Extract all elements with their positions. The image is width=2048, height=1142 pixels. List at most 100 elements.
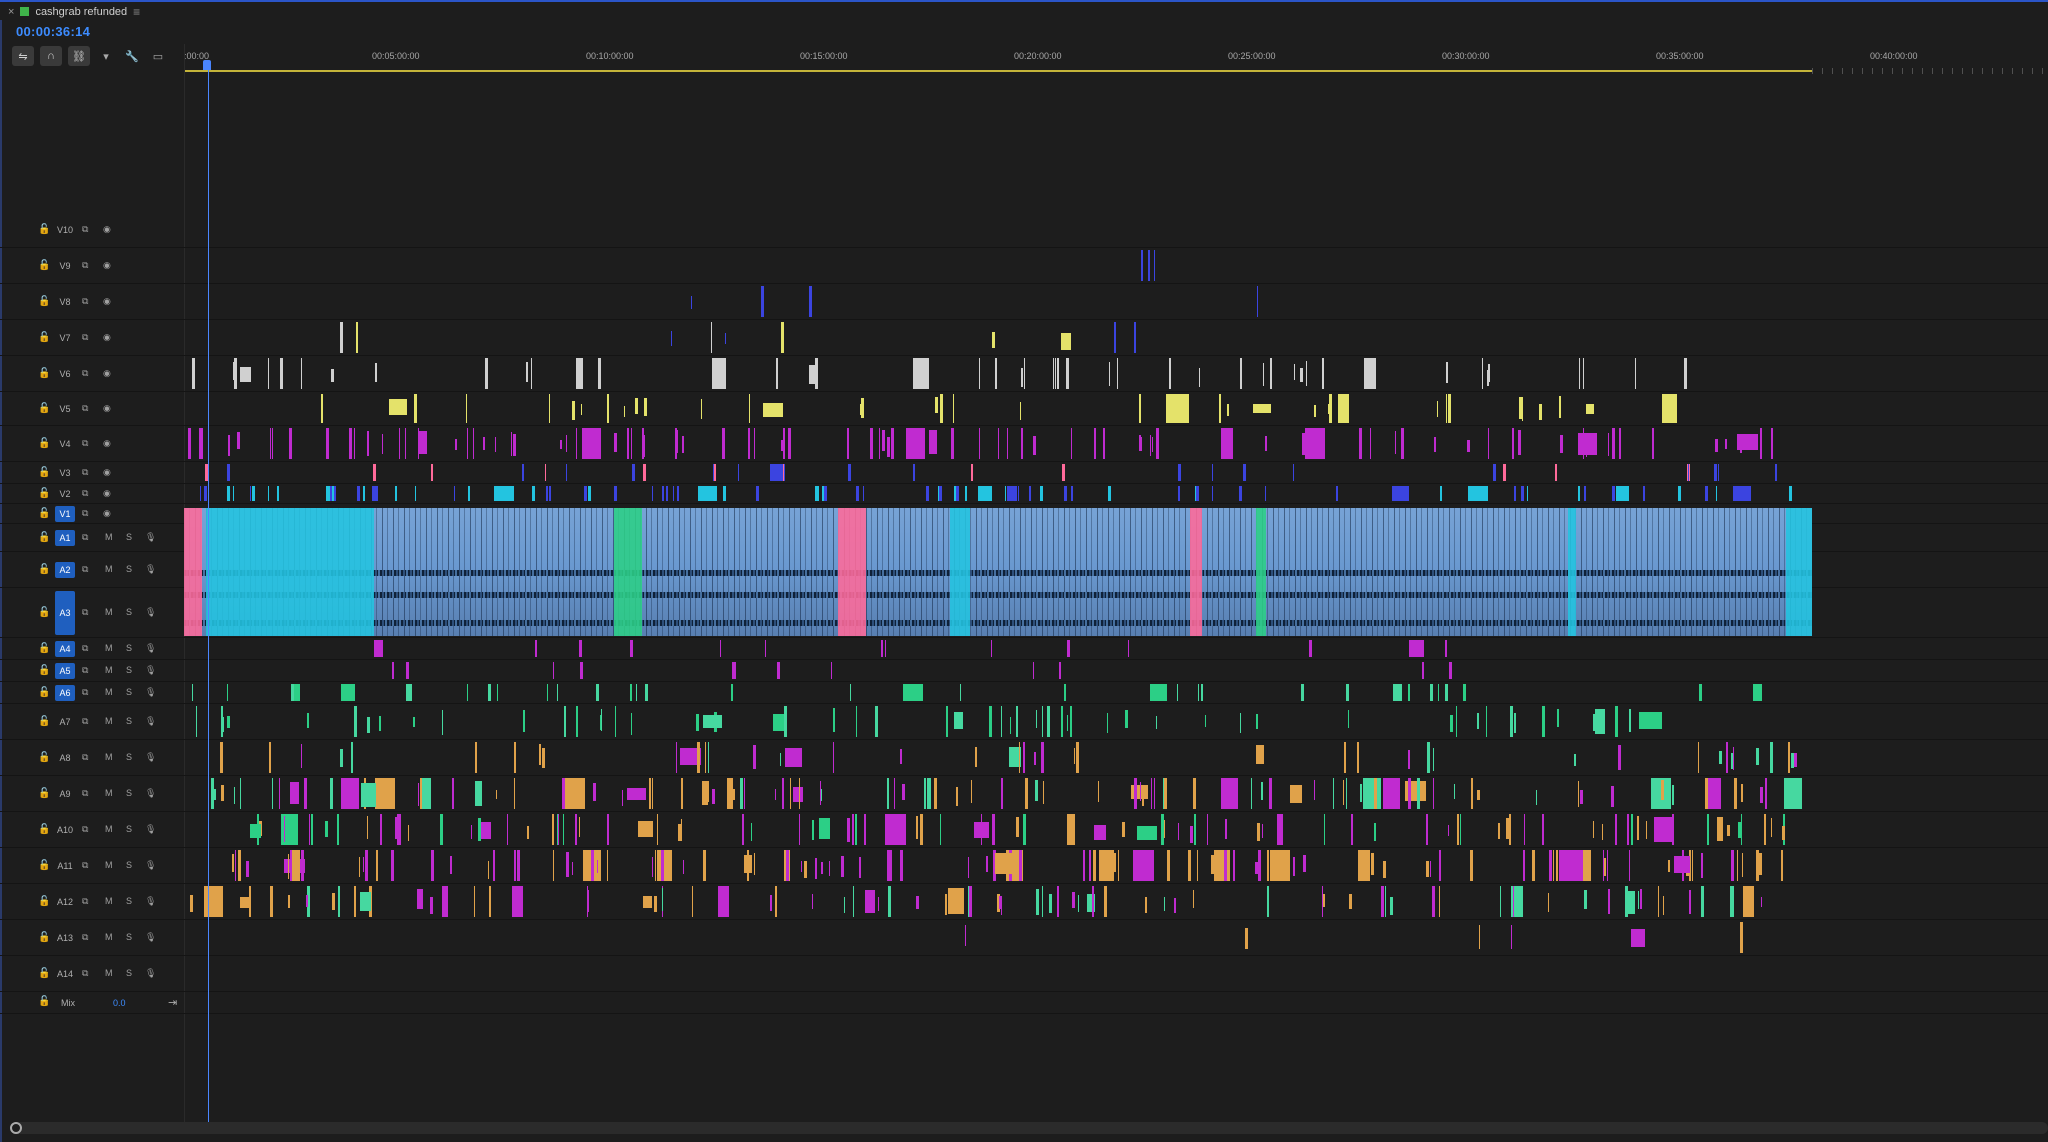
solo-button[interactable]: S xyxy=(126,607,132,617)
clip[interactable] xyxy=(1393,684,1402,701)
track-lock-icon[interactable]: 🔓 xyxy=(38,260,50,271)
clip[interactable] xyxy=(1583,850,1591,881)
track-lock-icon[interactable]: 🔓 xyxy=(38,607,50,618)
clip[interactable] xyxy=(395,486,397,501)
clip[interactable] xyxy=(466,394,467,423)
clip[interactable] xyxy=(363,857,364,872)
clip[interactable] xyxy=(399,814,401,845)
clip[interactable] xyxy=(1370,428,1371,459)
clip[interactable] xyxy=(946,706,948,737)
clip[interactable] xyxy=(652,778,653,809)
clip[interactable] xyxy=(279,778,280,809)
clip[interactable] xyxy=(591,850,594,881)
clip[interactable] xyxy=(776,358,778,389)
clip[interactable] xyxy=(553,662,554,679)
clip[interactable] xyxy=(1224,850,1227,881)
clip[interactable] xyxy=(406,684,412,701)
clip[interactable] xyxy=(232,853,234,872)
clip[interactable] xyxy=(405,428,406,459)
track-target-v2[interactable]: V2 xyxy=(55,486,75,502)
clip[interactable] xyxy=(1422,662,1424,679)
clip[interactable] xyxy=(373,464,376,481)
clip[interactable] xyxy=(676,742,677,773)
clip[interactable] xyxy=(1010,716,1011,735)
clip[interactable] xyxy=(1439,886,1440,917)
clip[interactable] xyxy=(425,778,428,809)
clip[interactable] xyxy=(756,486,759,501)
clip[interactable] xyxy=(1381,886,1384,917)
clip[interactable] xyxy=(1300,368,1303,383)
clip[interactable] xyxy=(397,814,399,845)
clip[interactable] xyxy=(375,778,395,809)
clip[interactable] xyxy=(1482,358,1483,389)
clip[interactable] xyxy=(708,780,709,803)
clip[interactable] xyxy=(1166,394,1189,423)
clip[interactable] xyxy=(1584,486,1586,501)
clip[interactable] xyxy=(341,684,355,701)
clip[interactable] xyxy=(681,778,683,809)
clip[interactable] xyxy=(1392,486,1409,501)
track-target-a2[interactable]: A2 xyxy=(55,562,75,578)
clip[interactable] xyxy=(607,394,609,423)
track-target-a13[interactable]: A13 xyxy=(55,930,75,946)
clip[interactable] xyxy=(821,789,822,802)
clip[interactable] xyxy=(1638,891,1639,910)
clip[interactable] xyxy=(643,896,652,909)
clip[interactable] xyxy=(1099,850,1114,881)
clip[interactable] xyxy=(227,486,230,501)
clip[interactable] xyxy=(1055,358,1056,389)
clip[interactable] xyxy=(1760,787,1763,804)
add-marker-icon[interactable]: ▾ xyxy=(96,46,116,66)
clip[interactable] xyxy=(1608,889,1610,914)
clip[interactable] xyxy=(1141,250,1143,281)
clip[interactable] xyxy=(418,783,419,806)
clip[interactable] xyxy=(338,886,340,917)
clip[interactable] xyxy=(1699,684,1702,701)
clip[interactable] xyxy=(1178,464,1181,481)
clip[interactable] xyxy=(1049,893,1052,914)
mute-button[interactable]: M xyxy=(105,752,113,762)
clip[interactable] xyxy=(815,486,817,501)
clip[interactable] xyxy=(576,428,577,459)
clip[interactable] xyxy=(708,742,709,773)
clip[interactable] xyxy=(1001,706,1002,737)
clip[interactable] xyxy=(1718,464,1719,481)
clip[interactable] xyxy=(701,398,702,419)
clip[interactable] xyxy=(340,749,343,767)
clip[interactable] xyxy=(1034,752,1036,765)
track-lock-icon[interactable]: 🔓 xyxy=(38,687,50,698)
solo-button[interactable]: S xyxy=(126,932,132,942)
clip[interactable] xyxy=(812,894,813,909)
clip[interactable] xyxy=(881,640,883,657)
clip[interactable] xyxy=(1346,684,1349,701)
track-target-v1[interactable]: V1 xyxy=(55,506,75,522)
clip[interactable] xyxy=(856,706,857,737)
clip[interactable] xyxy=(1343,780,1344,806)
clip[interactable] xyxy=(1178,823,1179,841)
clip[interactable] xyxy=(965,924,966,946)
clip[interactable] xyxy=(703,714,722,728)
clip[interactable] xyxy=(238,850,241,881)
clip[interactable] xyxy=(777,662,780,679)
clip[interactable] xyxy=(1678,486,1681,501)
clip[interactable] xyxy=(1125,710,1128,729)
clip[interactable] xyxy=(1521,486,1524,501)
clip[interactable] xyxy=(430,897,433,914)
clip[interactable] xyxy=(488,684,491,701)
clip[interactable] xyxy=(1734,778,1737,809)
clip[interactable] xyxy=(1522,396,1523,421)
clip[interactable] xyxy=(1427,742,1430,773)
clip[interactable] xyxy=(442,886,448,917)
clip[interactable] xyxy=(566,434,567,453)
clip[interactable] xyxy=(1437,400,1438,417)
clip[interactable] xyxy=(1301,684,1304,701)
clip[interactable] xyxy=(1510,706,1513,737)
clip[interactable] xyxy=(1265,486,1266,501)
sync-lock-icon[interactable]: ⧉ xyxy=(82,687,88,698)
clip[interactable] xyxy=(1108,486,1111,501)
clip[interactable] xyxy=(1627,814,1629,845)
clip[interactable] xyxy=(642,428,644,459)
clip[interactable] xyxy=(1145,896,1147,914)
sync-lock-icon[interactable]: ⧉ xyxy=(82,438,88,449)
clip[interactable] xyxy=(1727,824,1730,836)
